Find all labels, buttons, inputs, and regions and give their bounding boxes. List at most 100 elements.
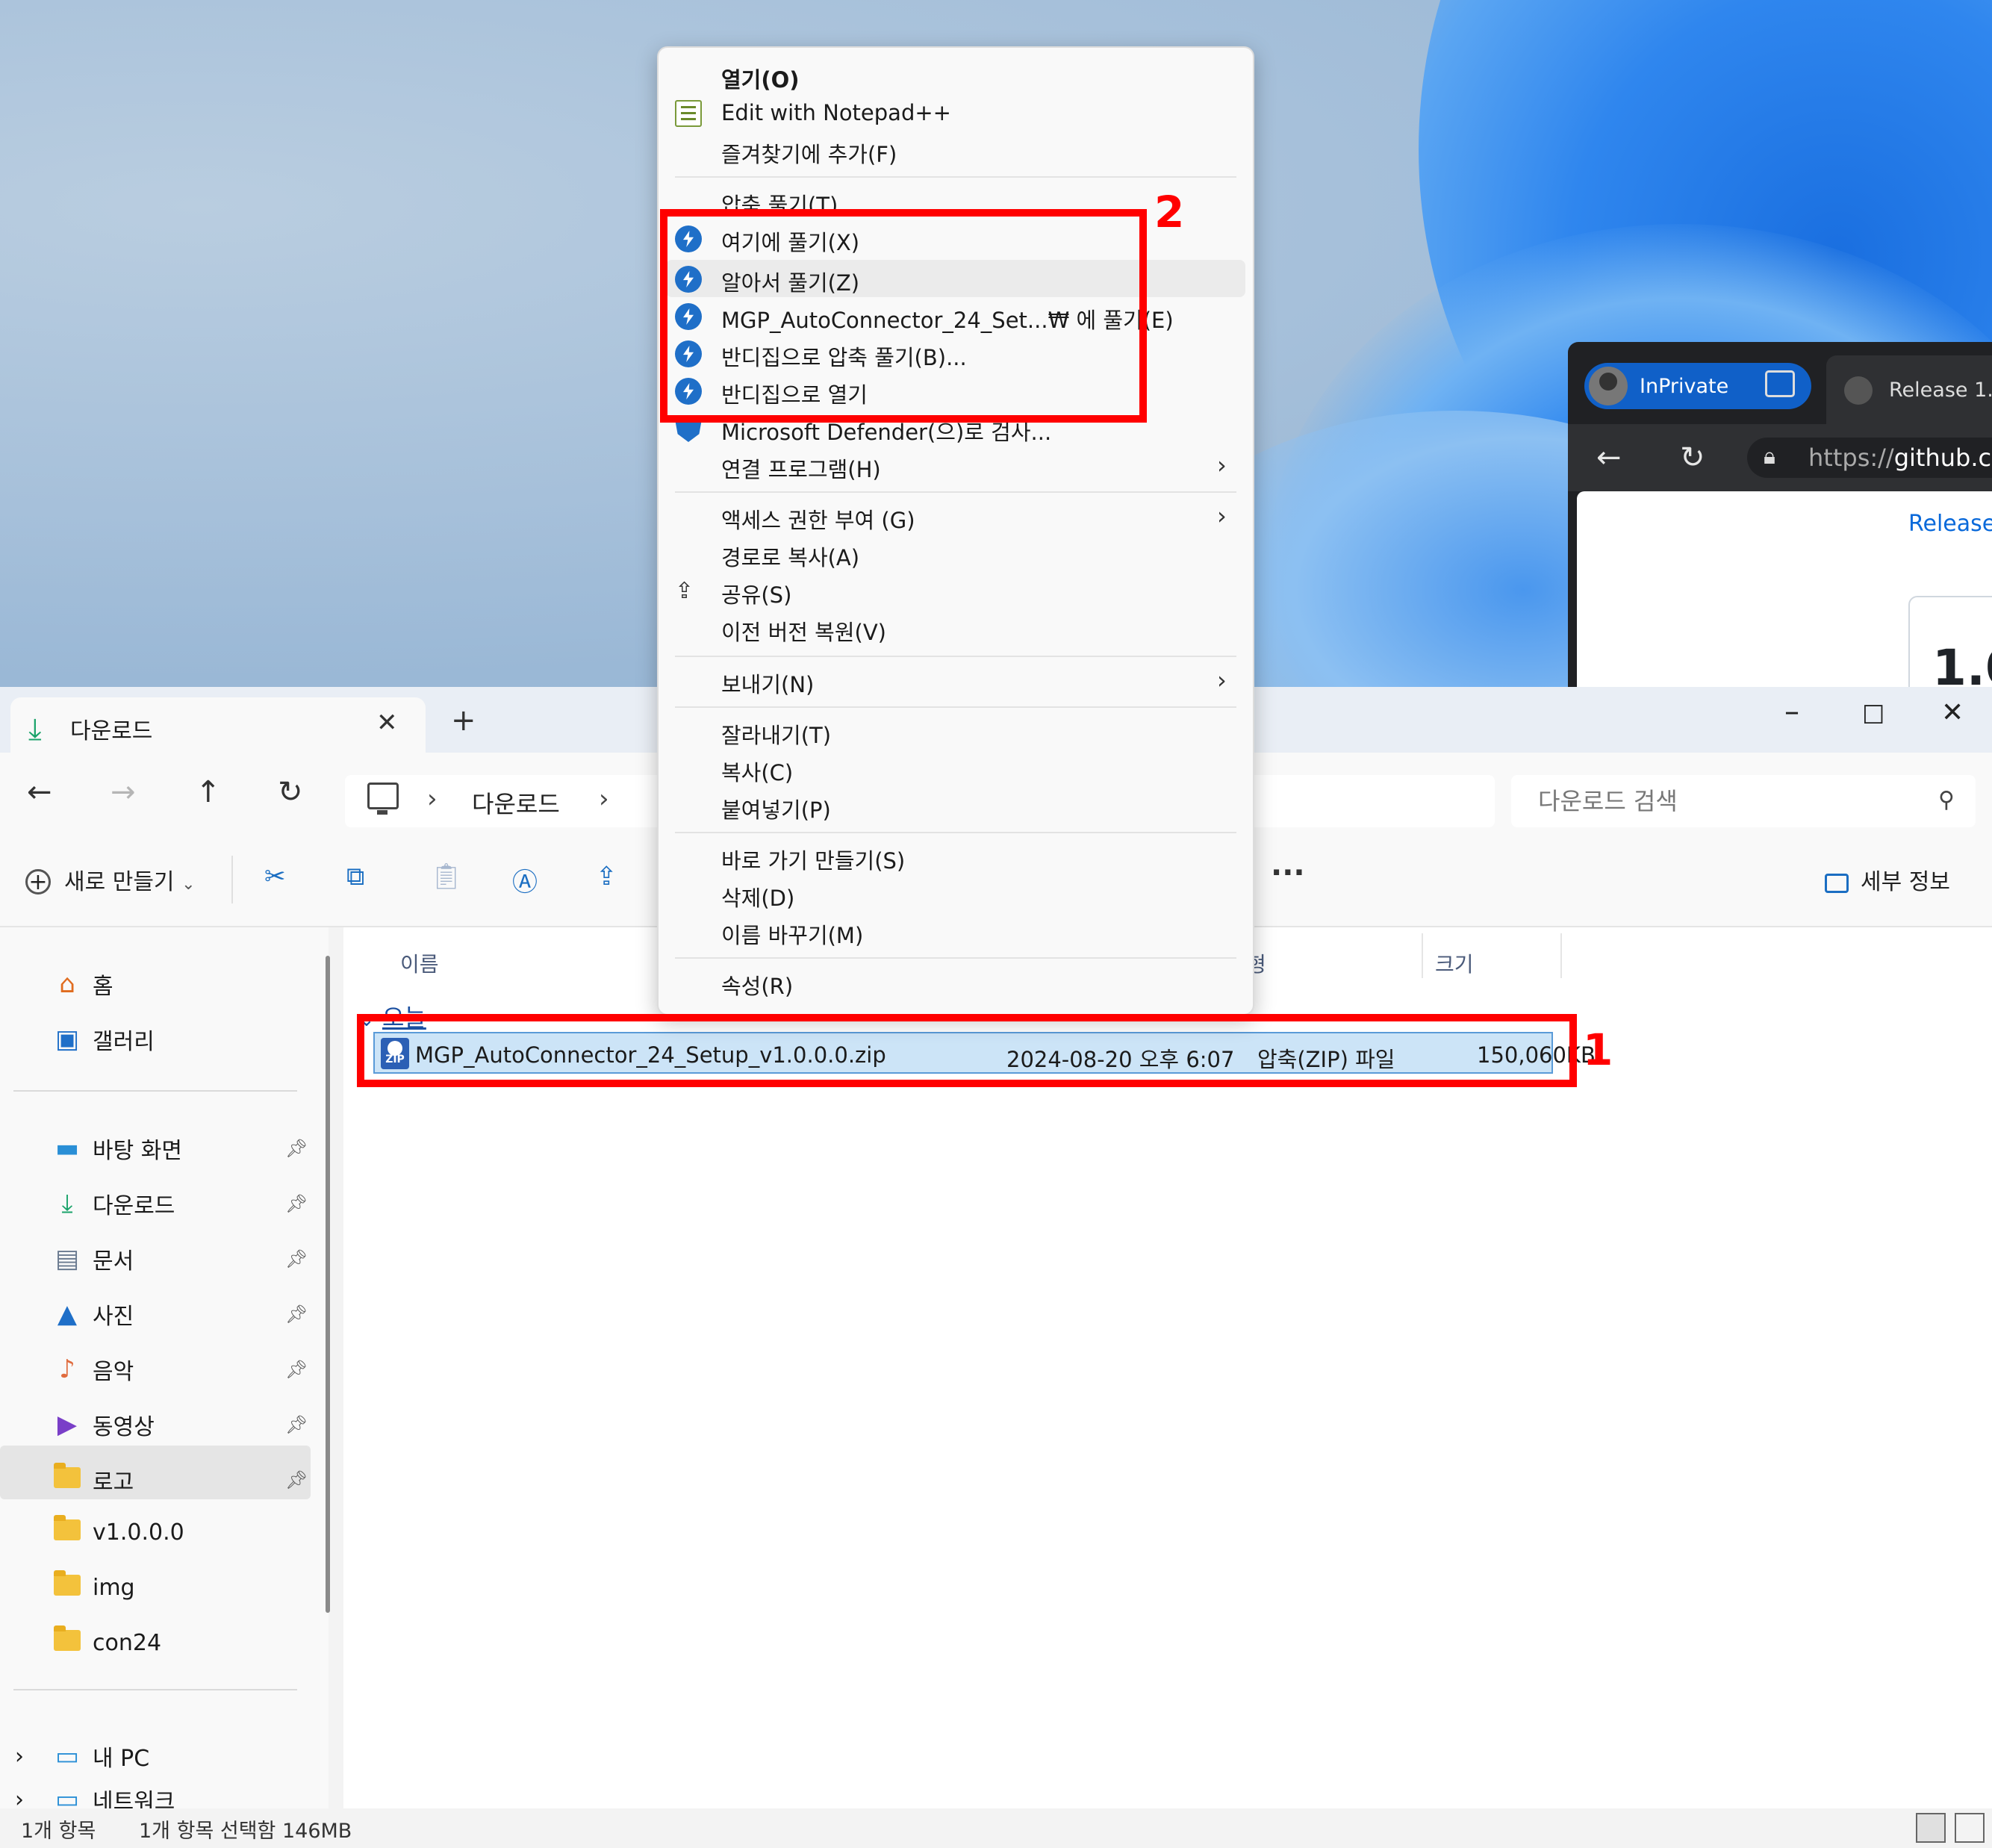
status-item-count: 1개 항목	[21, 1820, 96, 1843]
column-header-size[interactable]: 크기	[1435, 948, 1474, 978]
column-header-name[interactable]: 이름	[400, 948, 439, 978]
forward-icon[interactable]: →	[111, 775, 136, 809]
status-bar: 1개 항목 1개 항목 선택함 146MB	[0, 1808, 1992, 1848]
browser-tab-release[interactable]: Release 1.0	[1826, 355, 1992, 424]
maximize-icon[interactable]: ☐	[1862, 700, 1884, 730]
menu-item-send-to[interactable]: 보내기(N) ›	[659, 662, 1253, 699]
folder-icon	[52, 1515, 82, 1546]
menu-item-grant-access[interactable]: 액세스 권한 부여 (G) ›	[659, 497, 1253, 535]
copy-icon[interactable]: ⧉	[346, 862, 364, 892]
sidebar-item-documents[interactable]: ▤ 문서 📌︎	[52, 1242, 308, 1275]
breadcrumb-downloads[interactable]: 다운로드	[472, 785, 560, 820]
back-arrow-icon[interactable]: ←	[1596, 441, 1622, 475]
sidebar-item-home[interactable]: ⌂ 홈	[52, 968, 113, 1001]
sidebar-item-desktop[interactable]: ▬ 바탕 화면 📌︎	[52, 1132, 308, 1165]
home-icon: ⌂	[59, 969, 75, 999]
pin-icon[interactable]: 📌︎	[285, 1304, 308, 1325]
new-tab-icon[interactable]: +	[451, 703, 476, 738]
menu-item-label: 보내기(N)	[721, 672, 815, 697]
close-tab-icon[interactable]: ✕	[376, 708, 398, 738]
up-icon[interactable]: ↑	[196, 775, 221, 809]
search-box[interactable]: ⚲	[1511, 775, 1976, 827]
sidebar-item-pictures[interactable]: ▲ 사진 📌︎	[52, 1298, 308, 1331]
menu-item-label: 연결 프로그램(H)	[721, 457, 881, 482]
release-card: 1.0	[1908, 596, 1992, 687]
rename-icon[interactable]: Ⓐ	[512, 862, 538, 898]
sidebar-item-label: v1.0.0.0	[93, 1519, 184, 1546]
explorer-tab-downloads[interactable]: ⤓ 다운로드 ✕	[10, 697, 426, 753]
cut-icon[interactable]: ✂	[264, 862, 286, 892]
refresh-icon[interactable]: ↻	[1680, 441, 1705, 475]
sidebar-item-label: 홈	[93, 974, 113, 1000]
new-button-label: 새로 만들기	[64, 869, 175, 895]
menu-item-open-with[interactable]: 연결 프로그램(H) ›	[659, 447, 1253, 484]
search-icon[interactable]: ⚲	[1938, 787, 1955, 813]
menu-item-copy[interactable]: 복사(C)	[659, 750, 1253, 787]
sidebar-item-folder[interactable]: v1.0.0.0	[52, 1515, 184, 1546]
chevron-right-icon[interactable]: ›	[599, 784, 609, 814]
releases-link[interactable]: Releases	[1908, 511, 1992, 537]
tiles-view-icon[interactable]	[1955, 1813, 1985, 1843]
back-icon[interactable]: ←	[27, 775, 52, 809]
menu-item-copy-path[interactable]: 경로로 복사(A)	[659, 535, 1253, 572]
this-pc-icon: ▭	[55, 1741, 80, 1771]
pin-icon[interactable]: 📌︎	[285, 1414, 308, 1435]
menu-item-properties[interactable]: 속성(R)	[659, 963, 1253, 1001]
new-button[interactable]: + 새로 만들기 ⌄	[25, 863, 196, 896]
menu-item-create-shortcut[interactable]: 바로 가기 만들기(S)	[659, 838, 1253, 875]
chevron-right-icon: ›	[1217, 502, 1227, 530]
sidebar-divider	[13, 1689, 297, 1690]
details-button-label: 세부 정보	[1861, 869, 1950, 895]
menu-item-add-favorites[interactable]: 즐겨찾기에 추가(F)	[659, 131, 1253, 169]
sidebar-item-gallery[interactable]: ▣ 갤러리	[52, 1023, 155, 1056]
pin-icon[interactable]: 📌︎	[285, 1248, 308, 1269]
menu-item-edit-notepadpp[interactable]: Edit with Notepad++	[659, 94, 1253, 131]
menu-item-paste[interactable]: 붙여넣기(P)	[659, 787, 1253, 824]
menu-item-cut[interactable]: 잘라내기(T)	[659, 712, 1253, 750]
details-view-icon[interactable]	[1916, 1813, 1946, 1843]
details-pane-button[interactable]: 세부 정보	[1825, 863, 1950, 896]
search-input[interactable]	[1511, 775, 1929, 827]
paste-icon[interactable]: 📋︎	[430, 862, 462, 892]
sidebar-item-music[interactable]: ♪ 음악 📌︎	[52, 1353, 308, 1386]
navigation-pane: ⌂ 홈 ▣ 갤러리 ▬ 바탕 화면 📌︎ ⤓ 다운로드 📌︎ ▤ 문서 📌︎ ▲ 사진 📌︎…	[0, 927, 329, 1815]
menu-item-delete[interactable]: 삭제(D)	[659, 875, 1253, 912]
sidebar-item-videos[interactable]: ▶ 동영상 📌︎	[52, 1408, 308, 1441]
pin-icon[interactable]: 📌︎	[285, 1359, 308, 1380]
folder-icon	[52, 1463, 82, 1493]
chevron-right-icon[interactable]: ›	[15, 1743, 52, 1770]
pin-icon[interactable]: 📌︎	[285, 1469, 308, 1490]
pin-icon[interactable]: 📌︎	[285, 1193, 308, 1214]
sidebar-item-this-pc[interactable]: › ▭ 내 PC	[15, 1740, 149, 1773]
share-icon[interactable]: ⇪	[596, 862, 617, 892]
sidebar-item-downloads[interactable]: ⤓ 다운로드 📌︎	[52, 1187, 308, 1220]
menu-item-restore-versions[interactable]: 이전 버전 복원(V)	[659, 609, 1253, 647]
sidebar-item-logo[interactable]: 로고 📌︎	[52, 1463, 308, 1496]
more-options-icon[interactable]: ···	[1271, 856, 1305, 890]
documents-icon: ▤	[55, 1244, 80, 1274]
close-window-icon[interactable]: ✕	[1941, 697, 1964, 728]
address-bar[interactable]: https://github.c	[1747, 438, 1992, 478]
sidebar-item-folder[interactable]: con24	[52, 1625, 161, 1656]
this-pc-icon[interactable]	[367, 783, 399, 815]
pin-icon[interactable]: 📌︎	[285, 1138, 308, 1159]
download-icon: ⤓	[61, 1189, 73, 1219]
explorer-tab-title: 다운로드	[70, 718, 153, 744]
menu-item-share[interactable]: ⇪ 공유(S)	[659, 572, 1253, 609]
chevron-right-icon[interactable]: ›	[427, 784, 438, 814]
tab-actions-icon[interactable]	[1765, 370, 1795, 397]
lock-icon[interactable]: 🔒︎	[1764, 444, 1775, 470]
sidebar-item-folder[interactable]: img	[52, 1570, 135, 1601]
refresh-icon[interactable]: ↻	[278, 775, 303, 809]
sidebar-item-label: 동영상	[93, 1414, 155, 1440]
menu-item-label: 공유(S)	[721, 582, 792, 608]
menu-item-open[interactable]: 열기(O)	[659, 57, 1253, 94]
sidebar-scrollbar[interactable]	[326, 956, 330, 1613]
column-divider[interactable]	[1422, 933, 1423, 978]
column-divider[interactable]	[1560, 933, 1562, 978]
sidebar-item-label: 음악	[93, 1359, 134, 1385]
browser-window[interactable]: InPrivate Release 1.0 ← ↻ https://github…	[1568, 342, 1992, 687]
minimize-icon[interactable]: –	[1784, 694, 1799, 729]
menu-item-rename[interactable]: 이름 바꾸기(M)	[659, 912, 1253, 950]
sidebar-item-label: 내 PC	[93, 1746, 150, 1772]
